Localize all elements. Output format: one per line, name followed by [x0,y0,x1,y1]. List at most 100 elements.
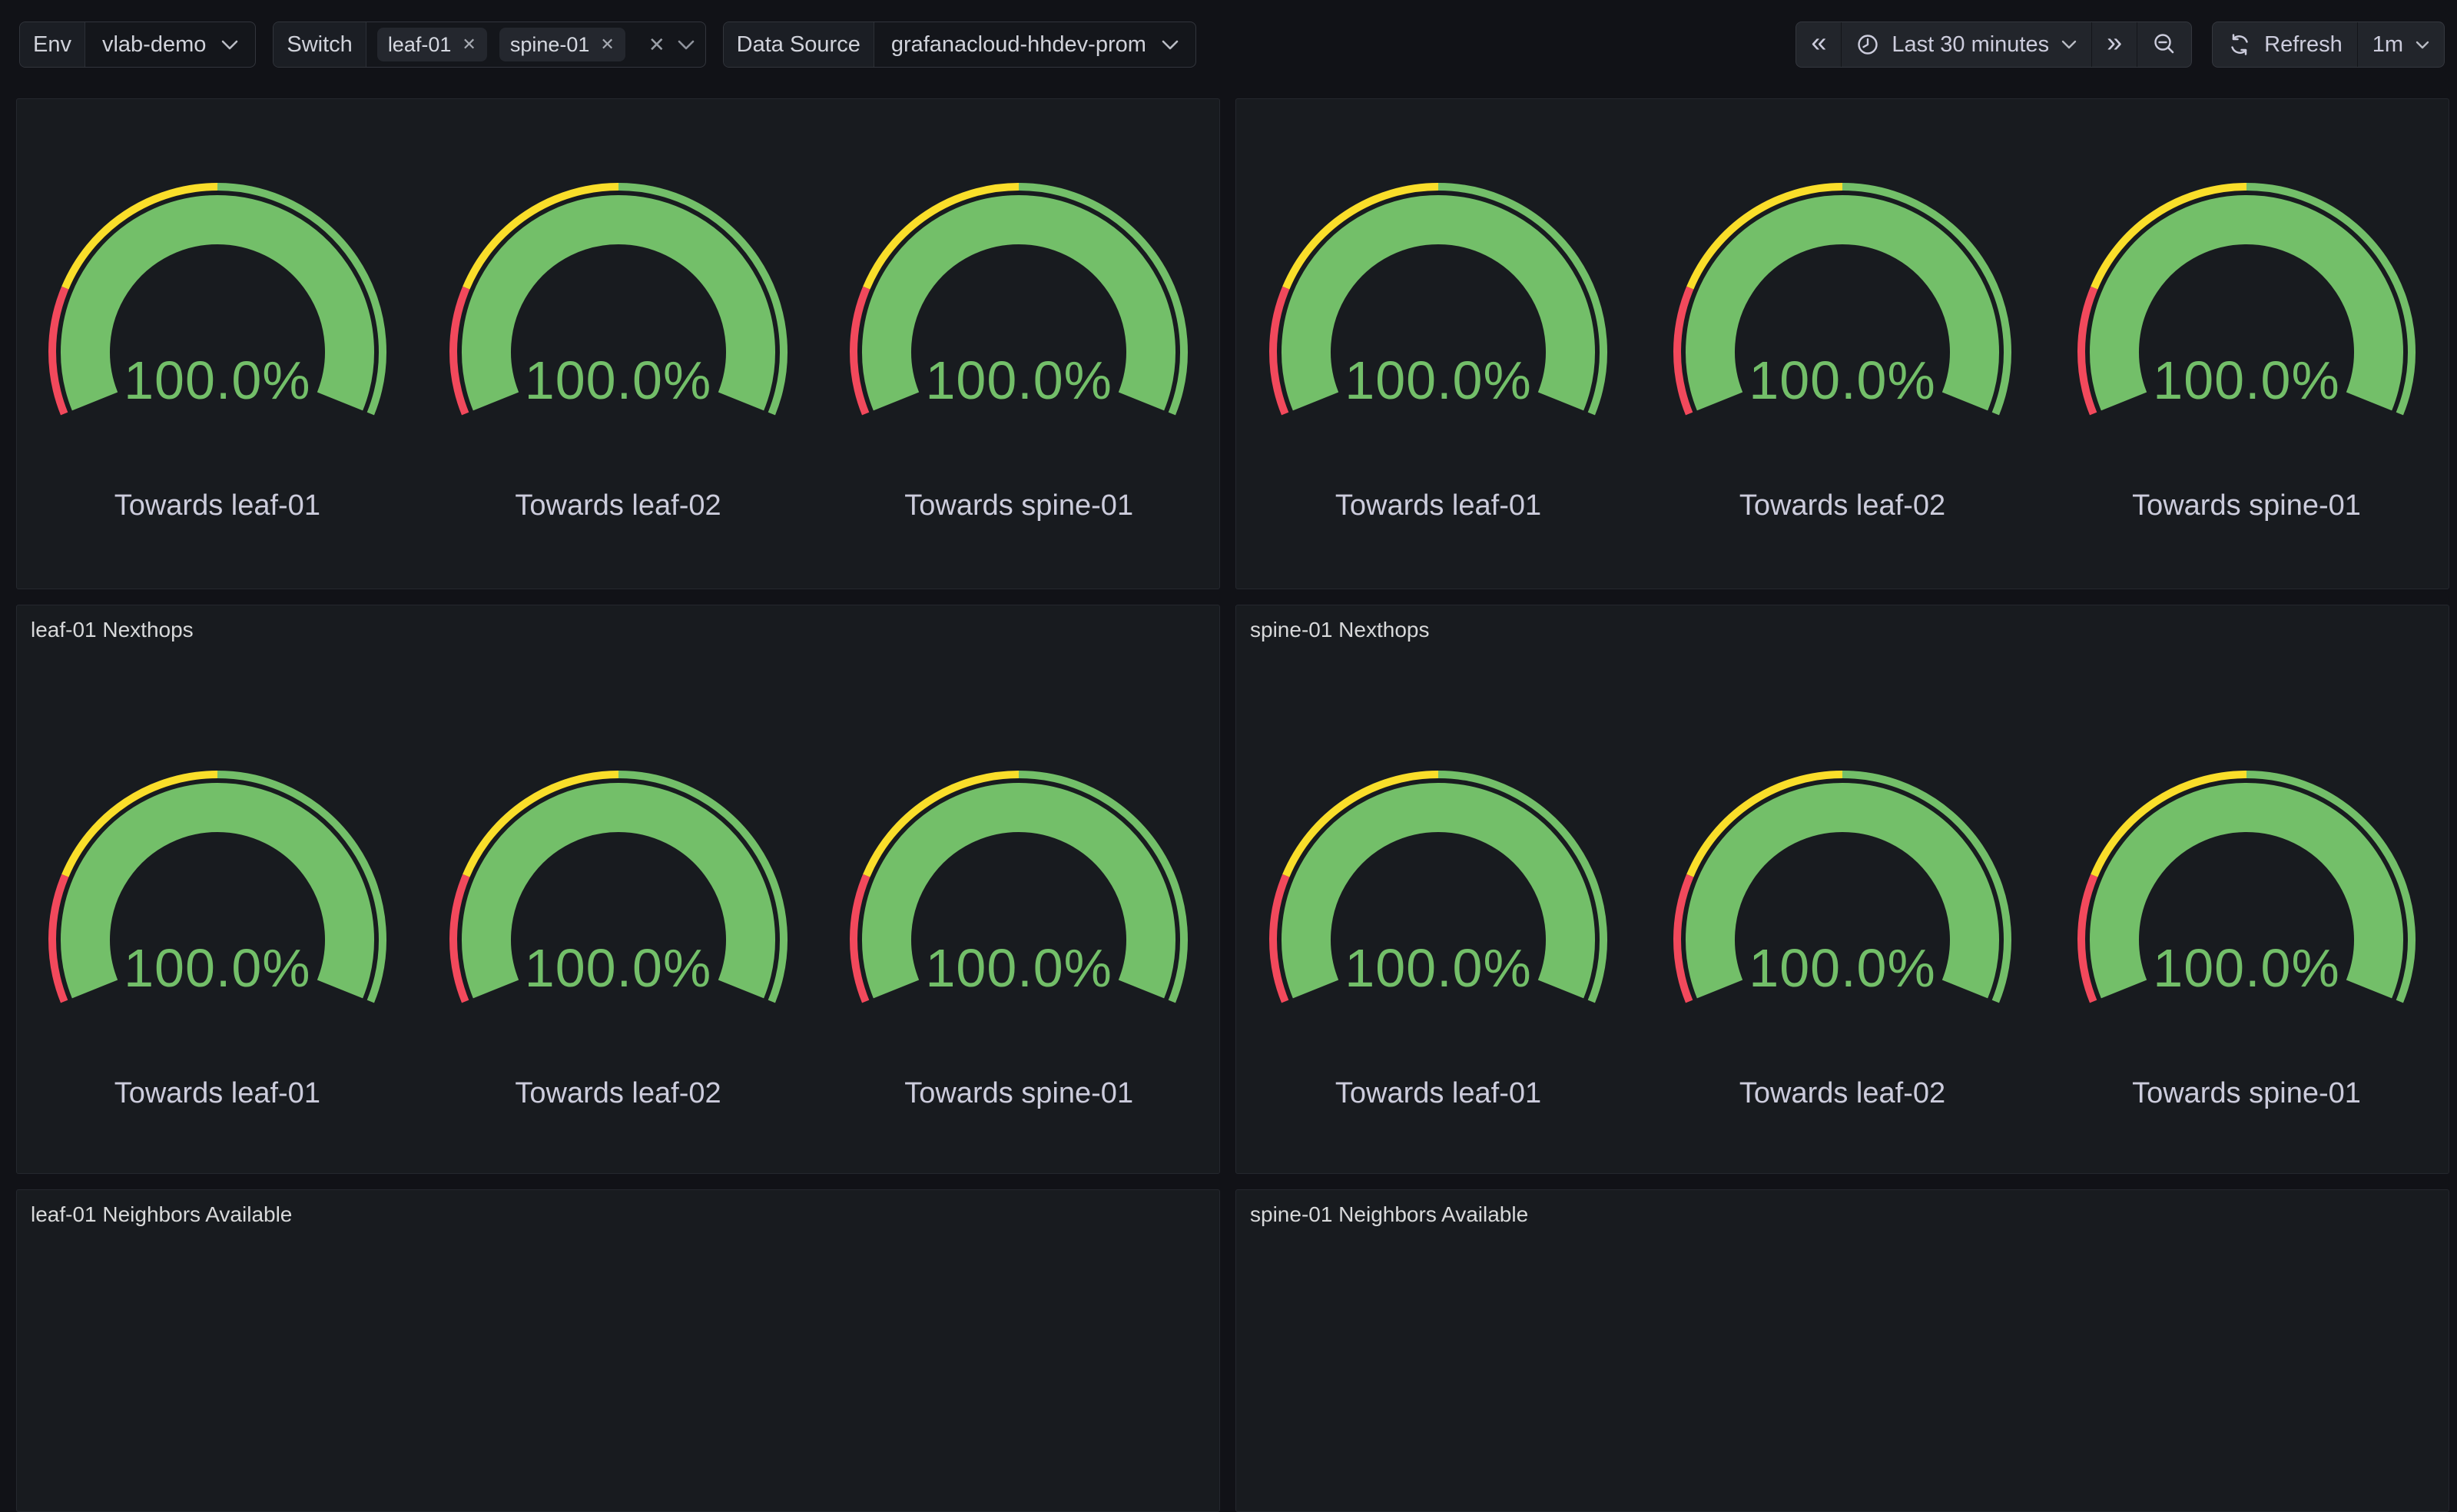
chevron-down-icon [2061,40,2077,49]
gauge-row: 100.0%Towards leaf-01100.0%Towards leaf-… [1236,648,2449,1110]
gauge-value: 100.0% [442,941,795,995]
gauge-cell: 100.0% Towards spine-01 [2044,175,2449,522]
panel-title[interactable]: spine-01 Neighbors Available [1236,1190,2449,1233]
gauge: 100.0% Towards leaf-01 [1262,763,1615,1110]
gauge-cell: 100.0% Towards leaf-01 [17,763,418,1110]
zoom-out-button[interactable] [2137,22,2191,67]
gauge-value: 100.0% [2070,941,2423,995]
switch-variable: Switch leaf-01 ✕ spine-01 ✕ ✕ [273,22,705,68]
time-shift-forward-button[interactable]: » [2091,22,2137,67]
gauge-row: 100.0% Towards leaf-01 100.0% Towards leaf-… [17,648,1219,1110]
gauge: 100.0% Towards leaf-02 [442,175,795,522]
gauge: 100.0% Towards spine-01 [2070,175,2423,522]
chevron-down-icon [2416,41,2429,49]
gauge-label: Towards spine-01 [2070,1076,2423,1110]
panel-title[interactable] [1236,99,2449,142]
env-value: vlab-demo [102,32,206,58]
tag-close-icon[interactable]: ✕ [462,36,476,53]
gauge-value: 100.0% [1262,353,1615,407]
refresh-interval-select[interactable]: 1m [2357,22,2444,67]
clear-all-icon[interactable]: ✕ [648,35,665,55]
variable-controls: Env vlab-demo Switch leaf-01 ✕ spine-01 … [19,22,1196,68]
env-select[interactable]: vlab-demo [85,22,255,67]
gauge: 100.0% Towards leaf-01 [41,763,394,1110]
panel-spine-neighbors: spine-01 Neighbors Available [1235,1189,2449,1512]
env-variable: Env vlab-demo [19,22,256,68]
double-chevron-right-icon: » [2107,28,2122,61]
panel-leaf-neighbors: leaf-01 Neighbors Available [16,1189,1220,1512]
switch-select[interactable]: leaf-01 ✕ spine-01 ✕ ✕ [366,22,705,67]
gauge-value: 100.0% [41,353,394,407]
datasource-value: grafanacloud-hhdev-prom [891,32,1146,58]
timepicker-button[interactable]: Last 30 minutes [1841,22,2091,67]
panel-title[interactable]: spine-01 Nexthops [1236,605,2449,648]
gauge-value: 100.0% [41,941,394,995]
gauge-value: 100.0% [842,353,1195,407]
gauge-cell: 100.0% Towards leaf-02 [418,175,819,522]
switch-tag-leaf-01[interactable]: leaf-01 ✕ [377,28,487,61]
gauge-label: Towards spine-01 [2070,489,2423,522]
chevron-down-icon [1162,40,1179,50]
datasource-select[interactable]: grafanacloud-hhdev-prom [874,22,1195,67]
panel-title[interactable]: leaf-01 Nexthops [17,605,1219,648]
panel-uplinks-leaf: 100.0% Towards leaf-01 100.0% Towards leaf-… [16,98,1220,589]
gauge-cell: 100.0% Towards spine-01 [818,763,1219,1110]
panel-spine-nexthops: spine-01 Nexthops 100.0%Towards leaf-011… [1235,605,2449,1174]
gauge-row: 100.0% Towards leaf-01 100.0% Towards leaf-… [17,142,1219,522]
time-shift-back-button[interactable]: « [1796,22,1841,67]
panel-uplinks-spine: 100.0% Towards leaf-01 100.0%Towards leaf-… [1235,98,2449,589]
double-chevron-left-icon: « [1811,28,1826,61]
datasource-variable: Data Source grafanacloud-hhdev-prom [723,22,1196,68]
gauge-cell: 100.0% Towards spine-01 [2044,763,2449,1110]
refresh-label: Refresh [2264,32,2343,58]
switch-label: Switch [274,22,366,67]
env-label: Env [20,22,85,67]
refresh-button[interactable]: Refresh [2213,22,2357,67]
time-range-label: Last 30 minutes [1892,32,2049,58]
gauge-value: 100.0% [442,353,795,407]
refresh-interval-value: 1m [2372,32,2403,58]
refresh-group: Refresh 1m [2212,22,2445,68]
panel-title[interactable] [17,99,1219,142]
gauge: 100.0% Towards leaf-02 [442,763,795,1110]
gauge: 100.0% Towards leaf-01 [1262,175,1615,522]
chevron-down-icon [678,40,695,50]
gauge-label: Towards leaf-01 [41,1076,394,1110]
dashboard-grid: 100.0%Towards leaf-01100.0%Towards leaf-… [16,98,2449,1512]
gauge: 100.0% Towards leaf-01 [41,175,394,522]
gauge-value: 100.0% [2070,353,2423,407]
gauge-value: 100.0% [1262,941,1615,995]
gauge-label: Towards spine-01 [842,1076,1195,1110]
gauge-label: Towards leaf-01 [1262,1076,1615,1110]
gauge: 100.0% Towards spine-01 [2070,763,2423,1110]
zoom-out-icon [2152,32,2177,57]
time-controls: « Last 30 minutes » [1796,22,2445,68]
gauge-cell: 100.0%Towards leaf-02 [1640,763,2044,1110]
gauge-row: 100.0% Towards leaf-01 100.0%Towards leaf-… [1236,142,2449,522]
chevron-down-icon [221,40,238,50]
refresh-icon [2227,32,2252,57]
tag-close-icon[interactable]: ✕ [600,36,614,53]
gauge-cell: 100.0% Towards leaf-01 [17,175,418,522]
panel-title[interactable]: leaf-01 Neighbors Available [17,1190,1219,1233]
tag-text: spine-01 [510,33,590,57]
gauge-cell: 100.0%Towards spine-01 [818,175,1219,522]
panel-leaf-nexthops: leaf-01 Nexthops 100.0%Towards leaf-0110… [16,605,1220,1174]
tag-text: leaf-01 [388,33,452,57]
gauge-label: Towards leaf-01 [41,489,394,522]
gauge: 100.0%Towards leaf-02 [1666,175,2019,522]
switch-tag-spine-01[interactable]: spine-01 ✕ [499,28,625,61]
timepicker-group: « Last 30 minutes » [1796,22,2192,68]
gauge-label: Towards leaf-01 [1262,489,1615,522]
gauge-value: 100.0% [1666,353,2019,407]
gauge: 100.0%Towards leaf-02 [1666,763,2019,1110]
gauge-label: Towards leaf-02 [1666,1076,2019,1110]
gauge-cell: 100.0% Towards leaf-02 [418,763,819,1110]
gauge-value: 100.0% [842,941,1195,995]
gauge: 100.0% Towards spine-01 [842,763,1195,1110]
gauge-label: Towards leaf-02 [442,489,795,522]
gauge-label: Towards leaf-02 [442,1076,795,1110]
gauge-cell: 100.0% Towards leaf-01 [1236,763,1640,1110]
gauge-cell: 100.0% Towards leaf-01 [1236,175,1640,522]
datasource-label: Data Source [724,22,874,67]
